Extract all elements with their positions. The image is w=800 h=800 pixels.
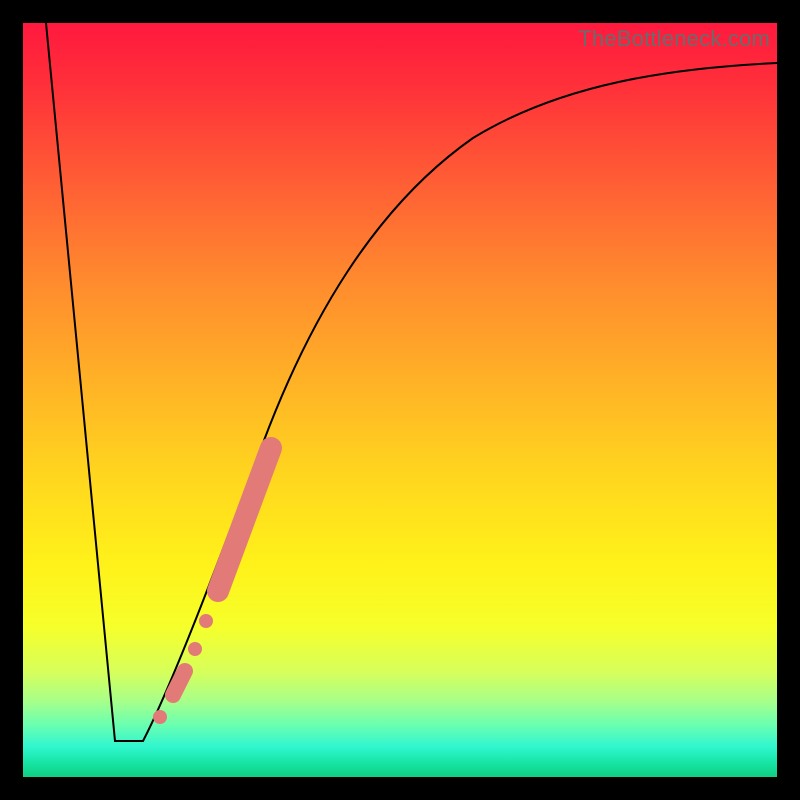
marker-dot-3 xyxy=(199,614,213,628)
marker-capsule-2 xyxy=(218,448,271,591)
bottleneck-curve xyxy=(46,23,777,741)
marker-capsule-1 xyxy=(173,671,185,695)
curve-layer xyxy=(23,23,777,777)
chart-stage: TheBottleneck.com xyxy=(0,0,800,800)
marker-dot-1 xyxy=(153,710,167,724)
marker-dot-2 xyxy=(188,642,202,656)
plot-area xyxy=(23,23,777,777)
